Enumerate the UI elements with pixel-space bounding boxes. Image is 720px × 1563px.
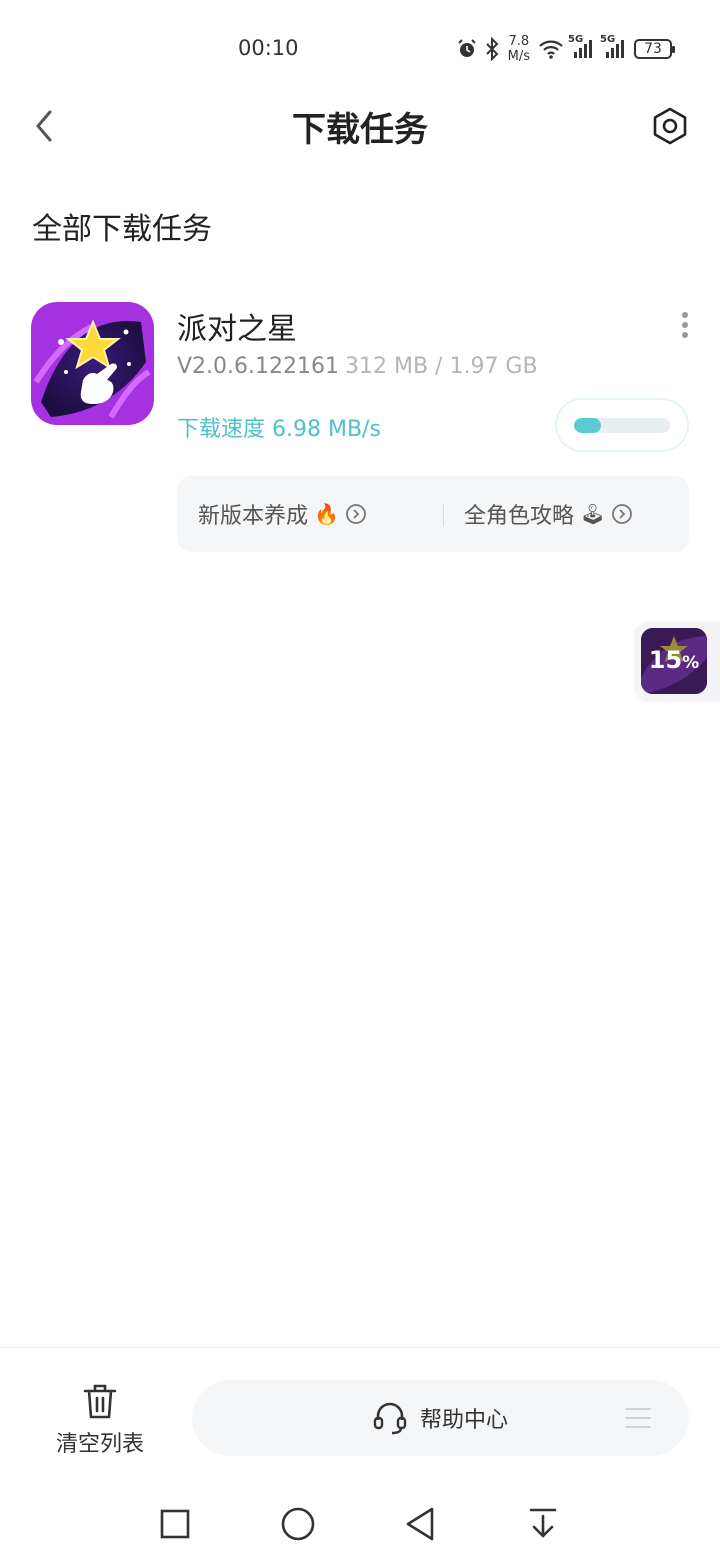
net-speed-unit: M/s: [507, 49, 530, 64]
square-icon: [160, 1509, 190, 1539]
signal-icon-2: 5G: [600, 34, 628, 60]
menu-line: [625, 1426, 651, 1428]
more-icon-dot: [682, 322, 688, 328]
circle-icon: [281, 1507, 315, 1541]
status-icons: 7.8 M/s 5G 5G 73: [456, 32, 675, 66]
floating-download-badge[interactable]: 15%: [635, 622, 720, 700]
app-name: 派对之星: [177, 312, 297, 347]
promo2-label: 全角色攻略: [464, 504, 575, 529]
section-title: 全部下载任务: [32, 212, 212, 247]
bluetooth-icon: [484, 37, 500, 61]
app-version: V2.0.6.122161: [177, 354, 340, 379]
triangle-back-icon: [406, 1507, 434, 1541]
promo-divider: [443, 504, 444, 526]
menu-icon[interactable]: [625, 1408, 651, 1428]
fire-icon: 🔥: [314, 502, 339, 526]
signal1-label: 5G: [568, 34, 584, 45]
help-center-button[interactable]: 帮助中心: [372, 1380, 508, 1456]
promo1-label: 新版本养成: [198, 504, 309, 529]
status-bar: 00:10 7.8 M/s 5G 5G 73: [0, 0, 720, 96]
arrow-circle-icon: [346, 504, 366, 524]
settings-button[interactable]: [648, 104, 692, 148]
arrow-circle-icon: [612, 504, 633, 524]
home-button[interactable]: [278, 1504, 318, 1544]
floating-app-thumbnail: 15%: [641, 628, 707, 694]
help-center-bar: 帮助中心: [192, 1380, 689, 1456]
help-center-label: 帮助中心: [420, 1408, 509, 1433]
download-progress-button[interactable]: [555, 398, 689, 452]
settings-icon: [653, 107, 687, 145]
promo-link-character-guide[interactable]: 全角色攻略 🕹: [464, 476, 633, 552]
progress-fill: [574, 418, 601, 433]
download-icon: [529, 1508, 557, 1538]
menu-line: [625, 1417, 651, 1419]
promo-link-new-version[interactable]: 新版本养成 🔥: [198, 476, 367, 552]
clear-list-button[interactable]: 清空列表: [40, 1380, 160, 1460]
trash-icon: [83, 1384, 117, 1419]
download-speed: 下载速度 6.98 MB/s: [177, 417, 381, 442]
battery-icon: 73: [634, 39, 675, 59]
status-time: 00:10: [238, 36, 299, 60]
download-task-item[interactable]: 派对之星 V2.0.6.122161 312 MB / 1.97 GB 下载速度…: [0, 296, 720, 566]
headset-icon: [373, 1402, 407, 1435]
more-icon-dot: [682, 332, 688, 338]
floating-percent-value: 15: [648, 646, 683, 674]
more-options-button[interactable]: [678, 312, 692, 338]
floating-percent-sign: %: [682, 653, 700, 673]
promo-bar: 新版本养成 🔥 全角色攻略 🕹: [177, 476, 689, 552]
net-speed-value: 7.8: [508, 34, 530, 49]
system-back-button[interactable]: [400, 1504, 440, 1544]
page-title: 下载任务: [292, 110, 428, 150]
signal2-label: 5G: [600, 34, 616, 45]
header: 下载任务: [0, 96, 720, 156]
wifi-icon: [538, 38, 564, 60]
notification-pull-button[interactable]: [523, 1504, 563, 1544]
battery-level: 73: [644, 41, 662, 57]
download-size: 312 MB / 1.97 GB: [345, 354, 538, 379]
floating-percent: 15%: [641, 646, 707, 674]
alarm-icon: [456, 38, 478, 60]
menu-line: [625, 1408, 651, 1410]
progress-track: [574, 418, 670, 433]
app-icon[interactable]: [31, 302, 154, 425]
more-icon-dot: [682, 312, 688, 318]
signal-icon: 5G: [568, 34, 596, 60]
joystick-icon: 🕹: [580, 502, 606, 526]
recent-apps-button[interactable]: [155, 1504, 195, 1544]
system-nav-bar: [0, 1490, 720, 1560]
bottom-divider: [0, 1347, 720, 1348]
net-speed: 7.8 M/s: [508, 34, 530, 64]
clear-list-label: 清空列表: [55, 1432, 144, 1457]
